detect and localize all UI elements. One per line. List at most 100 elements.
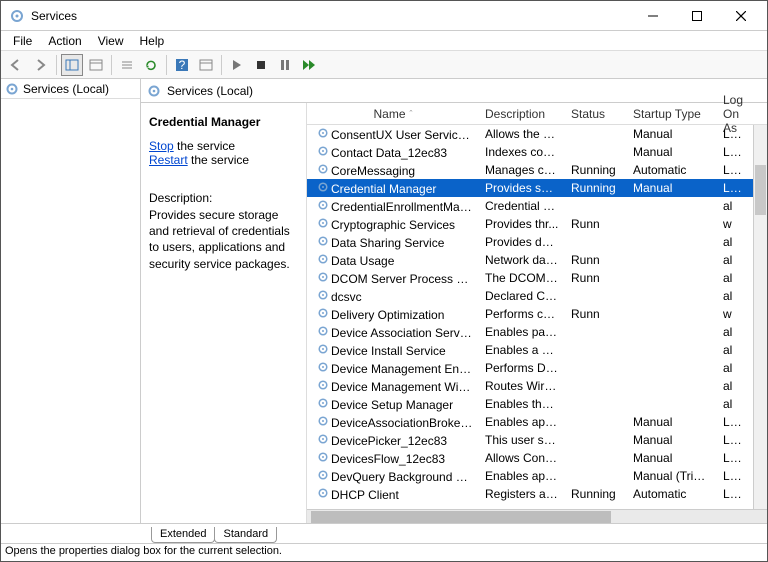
service-row[interactable]: CoreMessagingManages co...RunningAutomat… [307,161,767,179]
service-icon [315,163,331,175]
service-icon [315,307,331,319]
pause-button[interactable] [274,54,296,76]
service-icon [315,325,331,337]
service-row[interactable]: DeviceAssociationBroker_12...Enables app… [307,413,767,431]
service-row[interactable]: DevQuery Background Disc...Enables app..… [307,467,767,485]
hscroll-thumb[interactable] [311,511,611,523]
menu-action[interactable]: Action [40,32,89,50]
service-row[interactable]: DevicesFlow_12ec83Allows Conn...ManualLo… [307,449,767,467]
service-row[interactable]: Device Setup ManagerEnables the ...al [307,395,767,413]
help-button[interactable]: ? [171,54,193,76]
service-row[interactable]: Data UsageNetwork dat...Runnal [307,251,767,269]
stop-button[interactable] [250,54,272,76]
stop-link[interactable]: Stop [149,139,174,153]
service-row[interactable]: Cryptographic ServicesProvides thr...Run… [307,215,767,233]
service-icon [315,217,331,229]
minimize-button[interactable] [631,2,675,30]
view-tabs: Extended Standard [1,523,767,543]
forward-button[interactable] [30,54,52,76]
selected-service-name: Credential Manager [149,115,298,129]
service-row[interactable]: CredentialEnrollmentManag...Credential E… [307,197,767,215]
title-bar: Services [1,1,767,31]
gear-icon [147,84,161,98]
service-row[interactable]: dcsvcDeclared Co...al [307,287,767,305]
service-icon [315,487,331,499]
service-row[interactable]: DHCP ClientRegisters an...RunningAutomat… [307,485,767,503]
description-heading: Description: [149,191,298,205]
service-icon [315,469,331,481]
rows-container: ConsentUX User Service_12e...Allows the … [307,125,767,509]
service-icon [315,379,331,391]
task-restart-line: Restart the service [149,153,298,167]
column-name[interactable]: Nameˆ [307,103,479,124]
service-icon [315,433,331,445]
column-startup-type[interactable]: Startup Type [627,103,717,124]
service-icon [315,271,331,283]
window-title: Services [29,9,631,23]
refresh-button[interactable] [140,54,162,76]
horizontal-scrollbar[interactable] [307,509,767,523]
app-icon [9,8,25,24]
right-pane: Services (Local) Credential Manager Stop… [141,79,767,523]
show-hide-tree-button[interactable] [61,54,83,76]
properties-button[interactable] [195,54,217,76]
toolbar: ? [1,51,767,79]
restart-link[interactable]: Restart [149,153,188,167]
list-header-label: Services (Local) [167,84,253,98]
service-row[interactable]: Device Management Wireles...Routes Wirel… [307,377,767,395]
tree-root-label: Services (Local) [23,82,109,96]
task-stop-line: Stop the service [149,139,298,153]
service-row[interactable]: Contact Data_12ec83Indexes cont...Manual… [307,143,767,161]
column-log-on-as[interactable]: Log On As [717,103,753,124]
service-icon [315,343,331,355]
service-row[interactable]: Device Management Enroll...Performs De..… [307,359,767,377]
service-icon [315,397,331,409]
menu-help[interactable]: Help [132,32,173,50]
service-row[interactable]: Credential ManagerProvides sec...Running… [307,179,767,197]
service-row[interactable]: DevicePicker_12ec83This user ser...Manua… [307,431,767,449]
service-icon [315,253,331,265]
main-area: Services (Local) Services (Local) Creden… [1,79,767,523]
service-row[interactable]: Device Association ServiceEnables pairi.… [307,323,767,341]
column-headers: Nameˆ Description Status Startup Type Lo… [307,103,767,125]
service-icon [315,145,331,157]
restart-button[interactable] [298,54,320,76]
service-row[interactable]: Data Sharing ServiceProvides dat...al [307,233,767,251]
left-tree-pane: Services (Local) [1,79,141,523]
service-icon [315,361,331,373]
gear-icon [5,82,19,96]
column-description[interactable]: Description [479,103,565,124]
tab-standard[interactable]: Standard [214,527,277,543]
service-row[interactable]: Device Install ServiceEnables a co...al [307,341,767,359]
sort-indicator-icon: ˆ [410,109,413,119]
service-icon [315,127,331,139]
service-row[interactable]: DCOM Server Process Launc...The DCOML...… [307,269,767,287]
service-icon [315,451,331,463]
tab-extended[interactable]: Extended [151,527,215,543]
vertical-scrollbar[interactable] [753,125,767,509]
vscroll-thumb[interactable] [755,165,766,215]
menubar: File Action View Help [1,31,767,51]
task-pane: Credential Manager Stop the service Rest… [141,103,307,523]
description-text: Provides secure storage and retrieval of… [149,207,298,272]
list-button[interactable] [116,54,138,76]
maximize-button[interactable] [675,2,719,30]
play-button[interactable] [226,54,248,76]
status-bar: Opens the properties dialog box for the … [1,543,767,561]
service-icon [315,415,331,427]
column-status[interactable]: Status [565,103,627,124]
service-icon [315,181,331,193]
tree-root-services-local[interactable]: Services (Local) [1,79,140,99]
service-icon [315,199,331,211]
service-row[interactable]: ConsentUX User Service_12e...Allows the … [307,125,767,143]
list-header: Services (Local) [141,79,767,103]
services-list: Nameˆ Description Status Startup Type Lo… [307,103,767,523]
service-row[interactable]: Delivery OptimizationPerforms co...Runnw [307,305,767,323]
service-icon [315,289,331,301]
menu-file[interactable]: File [5,32,40,50]
service-icon [315,235,331,247]
options-button[interactable] [85,54,107,76]
close-button[interactable] [719,2,763,30]
back-button[interactable] [6,54,28,76]
menu-view[interactable]: View [90,32,132,50]
